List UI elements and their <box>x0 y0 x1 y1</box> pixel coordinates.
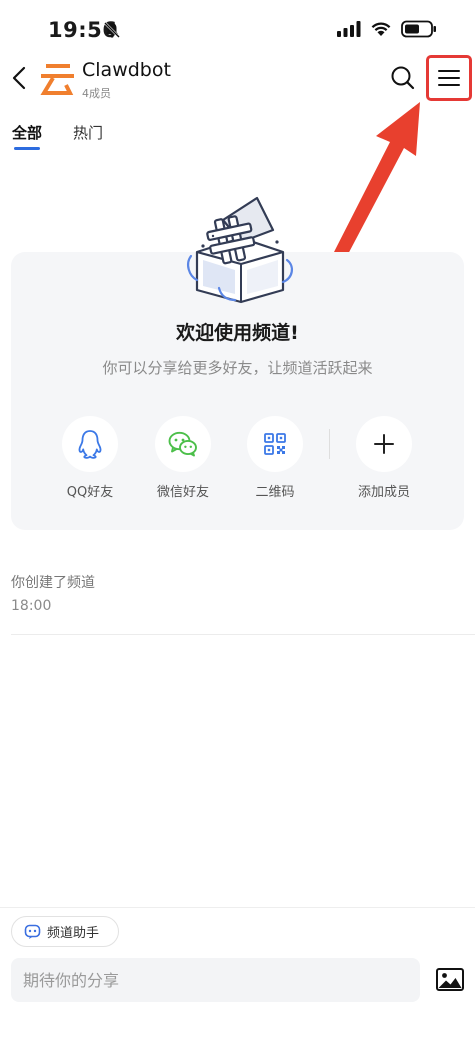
share-wechat-circle[interactable] <box>155 416 211 472</box>
add-member-button[interactable]: 添加成员 <box>344 416 424 500</box>
channel-header: Clawdbot 4成员 <box>0 52 475 102</box>
wifi-icon <box>371 22 391 36</box>
tab-all[interactable]: 全部 <box>12 122 42 143</box>
channel-name[interactable]: Clawdbot <box>82 59 171 81</box>
channel-illustration <box>187 196 293 304</box>
share-qr-label: 二维码 <box>255 485 295 500</box>
search-icon <box>391 66 415 90</box>
member-count[interactable]: 4成员 <box>82 85 111 101</box>
share-qq-label: QQ好友 <box>66 485 114 500</box>
channel-assistant-label: 频道助手 <box>47 926 100 941</box>
compose-input[interactable] <box>11 958 420 1002</box>
share-qr-circle[interactable] <box>247 416 303 472</box>
add-member-label: 添加成员 <box>357 485 410 500</box>
image-upload-button[interactable] <box>435 966 465 994</box>
feed-divider <box>11 634 475 635</box>
channel-tabs: 全部 热门 <box>0 118 475 154</box>
share-qr-code-button[interactable]: 二维码 <box>235 416 315 500</box>
welcome-subtitle: 你可以分享给更多好友，让频道活跃起来 <box>102 359 373 377</box>
assistant-bot-icon <box>24 924 41 939</box>
share-qq-friends-button[interactable]: QQ好友 <box>50 416 130 500</box>
image-icon <box>436 968 464 991</box>
system-message: 你创建了频道 <box>11 575 95 591</box>
status-bar: 19:56 <box>0 0 475 56</box>
menu-icon <box>438 70 460 86</box>
qq-penguin-icon <box>78 430 102 459</box>
wechat-icon <box>168 431 197 457</box>
share-wechat-label: 微信好友 <box>156 485 209 500</box>
plus-icon <box>374 434 394 454</box>
active-tab-indicator <box>14 147 40 150</box>
system-message-time: 18:00 <box>11 598 52 614</box>
bell-off-icon <box>104 22 120 38</box>
menu-button[interactable] <box>426 55 472 101</box>
channel-avatar[interactable] <box>40 61 74 97</box>
share-wechat-friends-button[interactable]: 微信好友 <box>143 416 223 500</box>
search-button[interactable] <box>390 65 416 91</box>
add-member-circle[interactable] <box>356 416 412 472</box>
share-qq-circle[interactable] <box>62 416 118 472</box>
qr-code-icon <box>264 433 286 455</box>
cellular-signal-icon <box>337 21 361 37</box>
share-divider <box>329 429 330 459</box>
channel-assistant-button[interactable]: 频道助手 <box>11 916 119 947</box>
back-icon <box>12 66 26 90</box>
back-button[interactable] <box>8 64 30 92</box>
welcome-title: 欢迎使用频道! <box>176 322 299 344</box>
tab-hot[interactable]: 热门 <box>73 122 103 143</box>
bottom-divider <box>0 907 475 908</box>
battery-icon <box>401 20 436 38</box>
